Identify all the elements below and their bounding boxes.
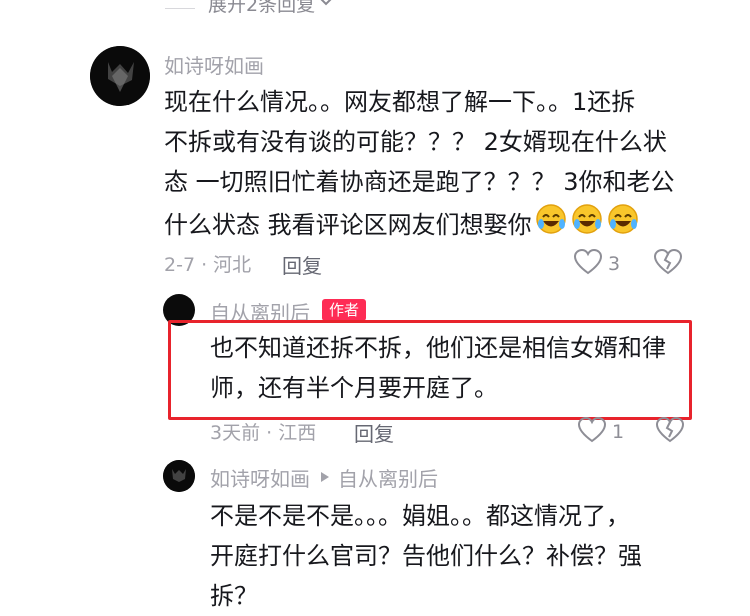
like-count: 1 — [612, 421, 625, 443]
reply-meta: 3天前 · 江西 — [210, 422, 317, 444]
like-button[interactable]: 3 — [573, 248, 621, 279]
comment-line: 不拆或有没有谈的可能？？？ 2女婿现在什么状 — [164, 128, 667, 156]
like-button[interactable]: 1 — [577, 416, 625, 447]
reply-line: 也不知道还拆不拆，他们还是相信女婿和律 — [210, 334, 666, 362]
rolling-laugh-emoji — [534, 202, 568, 248]
reply-line: 拆？ — [210, 582, 258, 610]
broken-heart-icon — [653, 248, 683, 279]
author-badge: 作者 — [322, 299, 367, 321]
dislike-button[interactable] — [653, 248, 683, 279]
rolling-laugh-emoji — [570, 202, 604, 248]
divider-line — [165, 8, 195, 9]
avatar[interactable] — [163, 460, 195, 492]
reply-body: 也不知道还拆不拆，他们还是相信女婿和律 师，还有半个月要开庭了。 — [210, 328, 680, 408]
dislike-button[interactable] — [655, 416, 685, 447]
reply-to-username[interactable]: 自从离别后 — [338, 463, 438, 492]
expand-replies-label: 展开2条回复 — [208, 0, 316, 16]
caret-right-icon — [320, 468, 330, 487]
comment-meta: 2-7 · 河北 — [164, 254, 252, 276]
comment-line: 现在什么情况。。网友都想了解一下。。1还拆 — [164, 88, 636, 116]
reply-line: 师，还有半个月要开庭了。 — [210, 374, 498, 402]
reply-button[interactable]: 回复 — [354, 418, 394, 447]
broken-heart-icon — [655, 416, 685, 447]
heart-icon — [573, 248, 603, 279]
reply-body: 不是不是不是。。。娟姐。。都这情况了， 开庭打什么官司？告他们什么？补偿？强 拆… — [210, 496, 680, 616]
like-count: 3 — [608, 253, 621, 275]
reply-line: 开庭打什么官司？告他们什么？补偿？强 — [210, 542, 642, 570]
expand-replies-link[interactable]: 展开2条回复 — [208, 0, 333, 18]
comment-body: 现在什么情况。。网友都想了解一下。。1还拆 不拆或有没有谈的可能？？？ 2女婿现… — [164, 82, 684, 248]
reply-header: 如诗呀如画 自从离别后 — [210, 463, 438, 492]
reply-username[interactable]: 如诗呀如画 — [210, 463, 310, 492]
comment-line: 什么状态 我看评论区网友们想娶你 — [164, 211, 532, 239]
avatar[interactable] — [90, 46, 150, 106]
chevron-down-icon — [319, 0, 333, 13]
rolling-laugh-emoji — [606, 202, 640, 248]
reply-button[interactable]: 回复 — [282, 250, 322, 279]
heart-icon — [577, 416, 607, 447]
comment-line: 态 一切照旧忙着协商还是跑了？？？ 3你和老公 — [164, 168, 675, 196]
comment-username[interactable]: 如诗呀如画 — [164, 50, 264, 79]
reply-line: 不是不是不是。。。娟姐。。都这情况了， — [210, 502, 630, 530]
